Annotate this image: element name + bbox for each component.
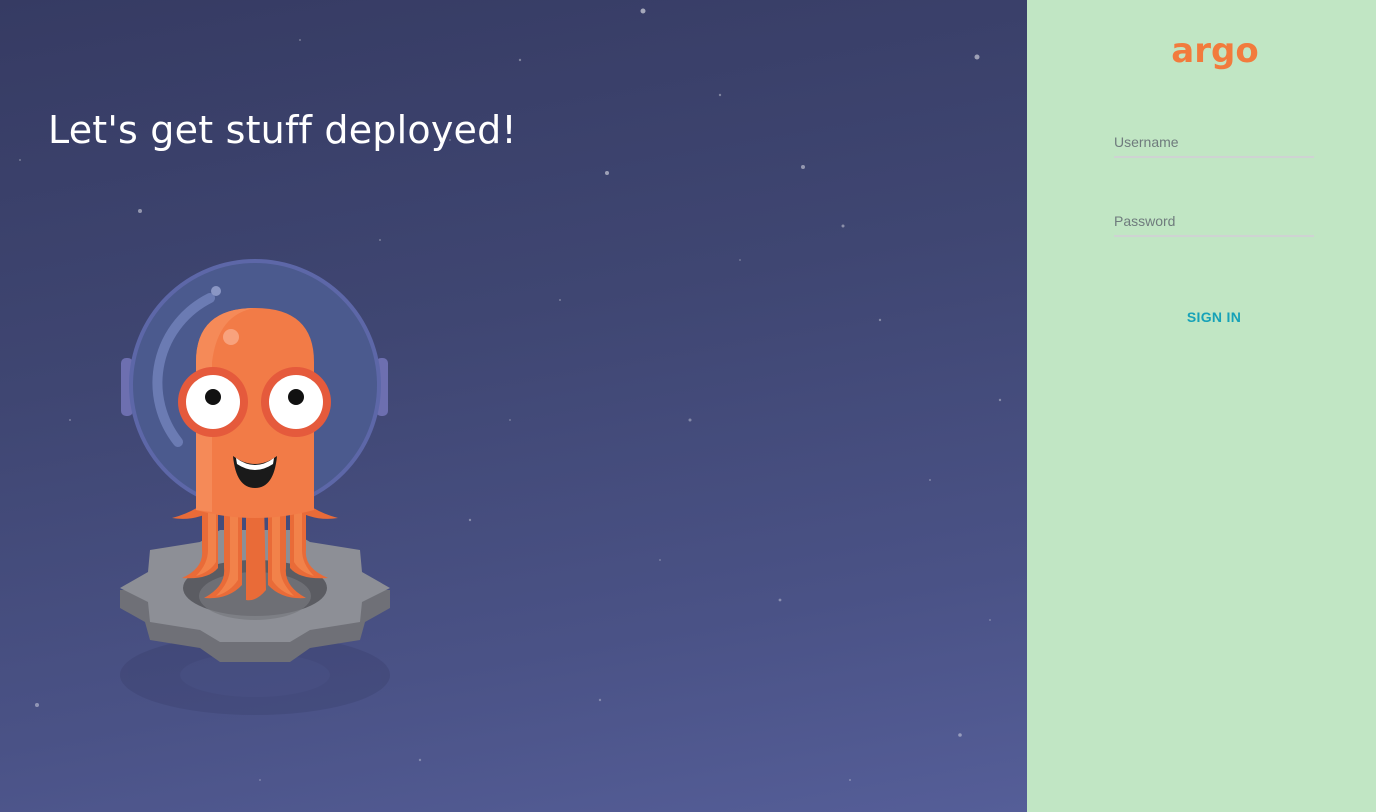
username-field [1114, 132, 1314, 158]
login-panel: argo SIGN IN [1027, 0, 1376, 812]
hero-title: Let's get stuff deployed! [48, 108, 517, 152]
password-input[interactable] [1114, 211, 1314, 237]
argo-logo: argo [1171, 31, 1258, 71]
hero-panel: Let's get stuff deployed! [0, 0, 1027, 812]
argo-logo-text: argo [1171, 31, 1258, 71]
login-page: Let's get stuff deployed! argo Username … [0, 0, 1376, 812]
username-input[interactable] [1114, 132, 1314, 158]
argo-octopus-astronaut-icon [120, 259, 390, 715]
sign-in-button[interactable]: SIGN IN [1114, 302, 1314, 332]
password-field [1114, 211, 1314, 237]
